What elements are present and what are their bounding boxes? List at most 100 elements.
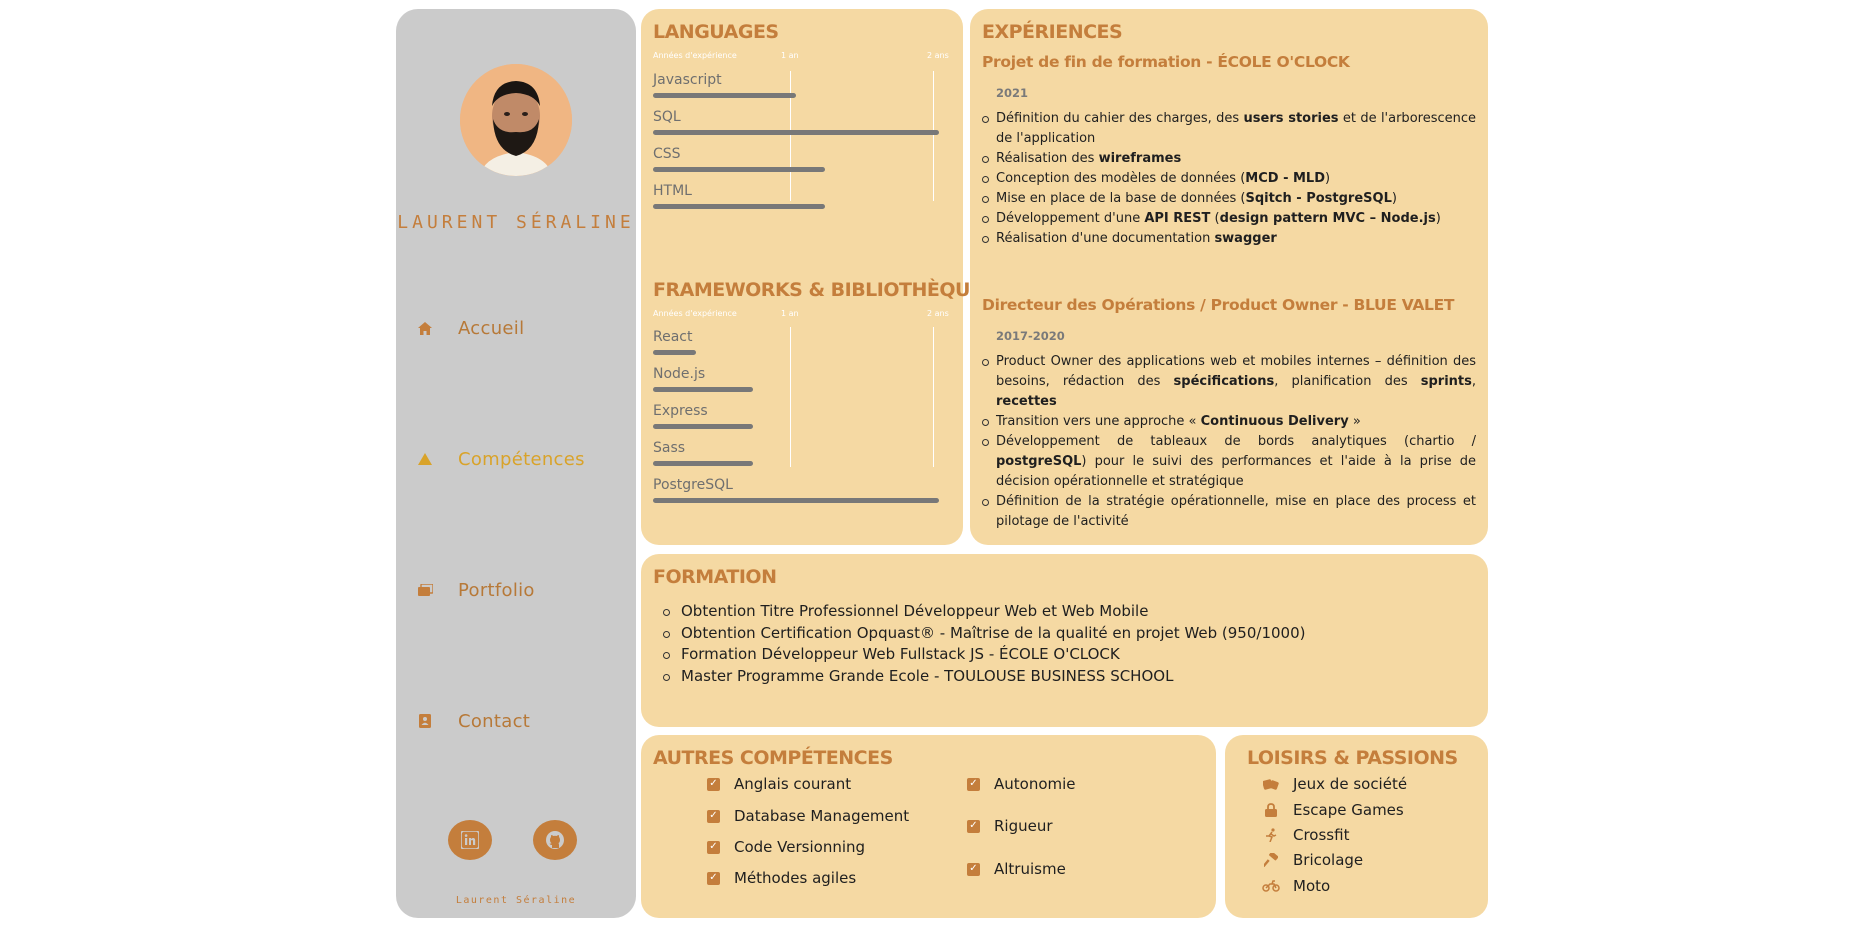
checkbox-item: ✓ Autonomie <box>967 775 1076 793</box>
checkbox-icon: ✓ <box>967 777 980 791</box>
experience-bullets: Product Owner des applications web et mo… <box>982 352 1476 532</box>
hobby-item: Crossfit <box>1261 826 1349 844</box>
skill-bar <box>653 130 939 135</box>
list-item: Définition du cahier des charges, des us… <box>982 109 1476 149</box>
checkbox-label: Méthodes agiles <box>734 869 857 887</box>
hobby-item: Bricolage <box>1261 851 1363 869</box>
checkbox-label: Code Versionning <box>734 838 866 856</box>
checkbox-icon: ✓ <box>967 819 980 833</box>
gridline-2ans <box>933 327 934 467</box>
hobby-label: Jeux de société <box>1293 775 1408 793</box>
formation-card: FORMATION Obtention Titre Professionnel … <box>641 554 1488 727</box>
nav-item-portfolio[interactable]: Portfolio <box>416 575 616 605</box>
checkbox-label: Database Management <box>734 807 910 825</box>
skill-name: PostgreSQL <box>653 477 733 493</box>
languages-card: LANGUAGES Années d'expérience 1 an 2 ans… <box>641 9 996 545</box>
skill-bar <box>653 93 796 98</box>
languages-title: LANGUAGES <box>653 21 779 43</box>
hobby-item: Escape Games <box>1261 801 1404 819</box>
gridline-1an <box>790 71 791 201</box>
skill-bar <box>653 350 696 355</box>
hobby-label: Bricolage <box>1293 851 1364 869</box>
checkbox-icon: ✓ <box>707 809 720 823</box>
checkbox-item: ✓ Altruisme <box>967 860 1066 878</box>
skill-name: Express <box>653 403 708 419</box>
linkedin-button[interactable] <box>448 820 492 860</box>
skill-name: Sass <box>653 440 686 456</box>
scale-label-2ans: 2 ans <box>927 51 949 60</box>
checkbox-icon: ✓ <box>707 871 720 885</box>
profile-photo <box>460 64 572 176</box>
loisirs-card: LOISIRS & PASSIONS Jeux de société Escape… <box>1225 735 1488 918</box>
experiences-card: EXPÉRIENCES Projet de fin de formation -… <box>970 9 1488 545</box>
list-item: Réalisation des wireframes <box>982 149 1476 169</box>
list-item: Définition de la stratégie opérationnell… <box>982 492 1476 532</box>
hobby-item: Jeux de société <box>1261 775 1407 793</box>
motorcycle-icon <box>1261 880 1281 892</box>
skill-bar <box>653 387 754 392</box>
skill-bar <box>653 167 825 172</box>
nav-item-contact[interactable]: Contact <box>416 706 616 736</box>
scale-label-start: Années d'expérience <box>653 51 737 60</box>
nav-item-competences[interactable]: Compétences <box>416 444 616 474</box>
checkbox-item: ✓ Anglais courant <box>707 775 851 793</box>
nav-label: Portfolio <box>458 579 535 601</box>
hobby-item: Moto <box>1261 877 1330 895</box>
nav-label: Accueil <box>458 317 525 339</box>
list-item: Réalisation d'une documentation swagger <box>982 229 1476 249</box>
checkbox-label: Autonomie <box>994 775 1076 793</box>
warning-triangle-icon <box>416 453 434 465</box>
scale-label-start: Années d'expérience <box>653 309 737 318</box>
sidebar-name: LAURENT SÉRALINE <box>397 212 635 233</box>
hobby-label: Crossfit <box>1293 826 1350 844</box>
checkbox-item: ✓ Méthodes agiles <box>707 869 856 887</box>
experience-bullets: Définition du cahier des charges, des us… <box>982 109 1476 249</box>
images-icon <box>416 584 434 596</box>
nav-label: Compétences <box>458 448 585 470</box>
checkbox-label: Rigueur <box>994 817 1053 835</box>
scale-label-2ans: 2 ans <box>927 309 949 318</box>
list-item: Mise en place de la base de données (Sqi… <box>982 189 1476 209</box>
skill-name: Javascript <box>653 72 722 88</box>
skill-name: SQL <box>653 109 681 125</box>
list-item: Master Programme Grande Ecole - TOULOUSE… <box>663 666 1305 688</box>
skill-name: CSS <box>653 146 681 162</box>
skill-bar <box>653 498 939 503</box>
github-button[interactable] <box>533 820 577 860</box>
checkbox-label: Anglais courant <box>734 775 852 793</box>
experience-year: 2021 <box>996 86 1029 100</box>
list-item: Formation Développeur Web Fullstack JS -… <box>663 644 1305 666</box>
list-item: Conception des modèles de données (MCD -… <box>982 169 1476 189</box>
skill-bar <box>653 204 825 209</box>
hammer-icon <box>1261 853 1281 867</box>
hobby-label: Moto <box>1293 877 1331 895</box>
hobby-label: Escape Games <box>1293 801 1404 819</box>
skill-bar <box>653 424 754 429</box>
formation-title: FORMATION <box>653 566 777 588</box>
list-item: Transition vers une approche « Continuou… <box>982 412 1476 432</box>
checkbox-icon: ✓ <box>707 777 720 791</box>
skill-bar <box>653 461 754 466</box>
gridline-1an <box>790 327 791 467</box>
experience-year: 2017-2020 <box>996 329 1065 343</box>
list-item: Obtention Certification Opquast® - Maîtr… <box>663 623 1305 645</box>
footer-name: Laurent Séraline <box>455 895 577 906</box>
skill-name: Node.js <box>653 366 706 382</box>
experiences-title: EXPÉRIENCES <box>982 21 1123 43</box>
list-item: Obtention Titre Professionnel Développeu… <box>663 601 1305 623</box>
home-icon <box>416 321 434 335</box>
checkbox-item: ✓ Code Versionning <box>707 838 865 856</box>
checkbox-icon: ✓ <box>707 840 720 854</box>
experience-title: Directeur des Opérations / Product Owner… <box>982 296 1455 314</box>
nav-item-accueil[interactable]: Accueil <box>416 313 616 343</box>
checkbox-icon: ✓ <box>967 862 980 876</box>
sidebar: LAURENT SÉRALINE Accueil Compétences Por… <box>396 9 636 918</box>
experience-title: Projet de fin de formation - ÉCOLE O'CLO… <box>982 53 1350 71</box>
skill-name: React <box>653 329 693 345</box>
autres-title: AUTRES COMPÉTENCES <box>653 747 893 769</box>
lock-icon <box>1261 803 1281 817</box>
nav-label: Contact <box>458 710 531 732</box>
linkedin-icon <box>461 831 479 849</box>
checkbox-label: Altruisme <box>994 860 1066 878</box>
list-item: Développement de tableaux de bords analy… <box>982 432 1476 492</box>
